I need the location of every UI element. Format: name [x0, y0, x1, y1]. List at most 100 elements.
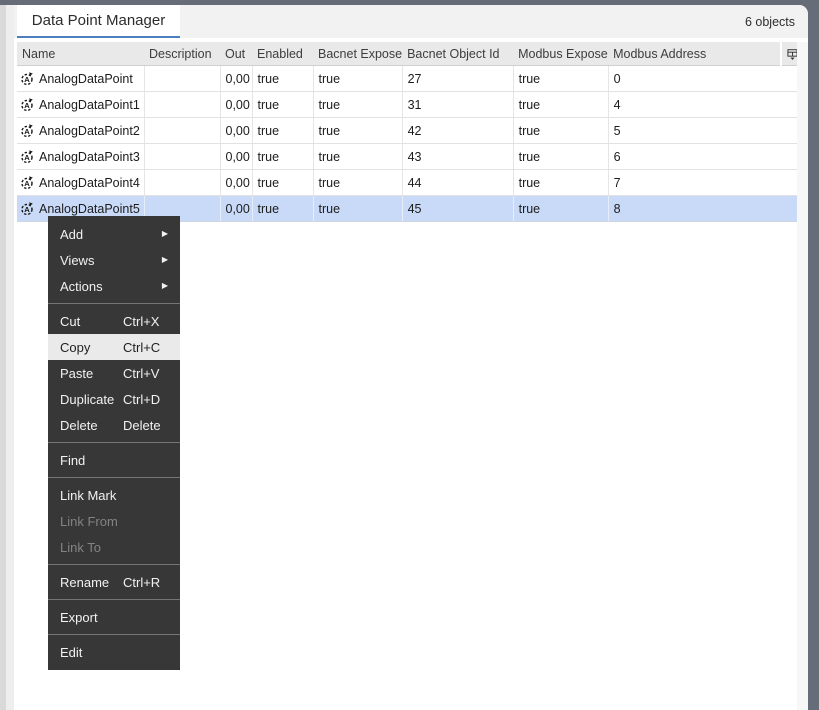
column-header-enabled[interactable]: Enabled	[252, 42, 313, 66]
cell-modbus-expose: true	[513, 195, 609, 222]
svg-text:A: A	[24, 101, 30, 110]
cell-bacnet-object-id: 31	[402, 91, 514, 118]
analog-point-icon: A	[20, 149, 34, 164]
menu-separator	[48, 442, 180, 443]
menu-separator	[48, 634, 180, 635]
svg-text:A: A	[24, 179, 30, 188]
menu-item-duplicate[interactable]: Duplicate Ctrl+D	[48, 386, 180, 412]
cell-bacnet-object-id: 43	[402, 143, 514, 170]
menu-item-label: Actions	[60, 278, 103, 294]
menu-item-label: Edit	[60, 644, 83, 660]
menu-item-label: Rename	[60, 574, 110, 590]
menu-item-paste[interactable]: Paste Ctrl+V	[48, 360, 180, 386]
cell-bacnet-expose: true	[313, 91, 403, 118]
menu-separator	[48, 564, 180, 565]
column-header-out[interactable]: Out	[220, 42, 252, 66]
cell-modbus-address: 4	[608, 91, 804, 118]
cell-name: A AnalogDataPoint1	[17, 91, 145, 118]
menu-item-shortcut: Ctrl+V	[123, 365, 160, 381]
cell-modbus-address: 8	[608, 195, 804, 222]
svg-text:A: A	[24, 153, 30, 162]
menu-item-label: Add	[60, 226, 84, 242]
cell-out: 0,00	[220, 169, 253, 196]
tab-data-point-manager[interactable]: Data Point Manager	[17, 5, 180, 38]
cell-bacnet-expose: true	[313, 169, 403, 196]
row-name-label: AnalogDataPoint2	[39, 123, 140, 138]
menu-item-rename[interactable]: Rename Ctrl+R	[48, 569, 180, 595]
column-header-bacnet-object-id[interactable]: Bacnet Object Id	[402, 42, 514, 66]
row-name-label: AnalogDataPoint5	[39, 201, 140, 216]
cell-bacnet-expose: true	[313, 195, 403, 222]
menu-item-link-mark[interactable]: Link Mark	[48, 482, 180, 508]
cell-description	[144, 91, 221, 118]
menu-item-link-to: Link To	[48, 534, 180, 560]
cell-modbus-expose: true	[513, 169, 609, 196]
menu-item-cut[interactable]: Cut Ctrl+X	[48, 308, 180, 334]
cell-bacnet-expose: true	[313, 65, 403, 92]
cell-bacnet-object-id: 44	[402, 169, 514, 196]
menu-item-add[interactable]: Add ▶	[48, 221, 180, 247]
menu-item-views[interactable]: Views ▶	[48, 247, 180, 273]
cell-bacnet-object-id: 27	[402, 65, 514, 92]
column-header-name[interactable]: Name	[17, 42, 144, 66]
menu-separator	[48, 599, 180, 600]
table-row-analogdatapoint4[interactable]: A AnalogDataPoint4 0,00 true true 44 true 7	[17, 169, 804, 196]
menu-item-label: Link From	[60, 513, 118, 529]
menu-item-label: Delete	[60, 417, 98, 433]
cell-enabled: true	[252, 143, 314, 170]
menu-item-label: Export	[60, 609, 98, 625]
menu-item-find[interactable]: Find	[48, 447, 180, 473]
column-header-modbus-expose[interactable]: Modbus Expose	[513, 42, 609, 66]
scrollbar-track[interactable]	[797, 42, 808, 710]
menu-item-actions[interactable]: Actions ▶	[48, 273, 180, 299]
table-header-row: Name Description Out Enabled Bacnet Expose Ba…	[17, 42, 804, 66]
menu-separator	[48, 303, 180, 304]
cell-name: A AnalogDataPoint4	[17, 169, 145, 196]
cell-modbus-address: 0	[608, 65, 804, 92]
cell-enabled: true	[252, 91, 314, 118]
table-row-analogdatapoint2[interactable]: A AnalogDataPoint2 0,00 true true 42 true 5	[17, 117, 804, 144]
menu-item-link-from: Link From	[48, 508, 180, 534]
cell-modbus-expose: true	[513, 117, 609, 144]
column-header-modbus-address[interactable]: Modbus Address	[608, 42, 782, 66]
analog-point-icon: A	[20, 175, 34, 190]
cell-bacnet-object-id: 42	[402, 117, 514, 144]
submenu-arrow-icon: ▶	[161, 281, 168, 290]
menu-item-label: Views	[60, 252, 95, 268]
menu-item-label: Link To	[60, 539, 101, 555]
cell-modbus-expose: true	[513, 91, 609, 118]
data-point-table: Name Description Out Enabled Bacnet Expose Ba…	[17, 42, 804, 222]
submenu-arrow-icon: ▶	[161, 229, 168, 238]
cell-out: 0,00	[220, 195, 253, 222]
cell-enabled: true	[252, 169, 314, 196]
cell-name: A AnalogDataPoint3	[17, 143, 145, 170]
menu-item-label: Paste	[60, 365, 94, 381]
table-row-analogdatapoint[interactable]: A AnalogDataPoint 0,00 true true 27 true 0	[17, 65, 804, 92]
menu-item-label: Duplicate	[60, 391, 115, 407]
menu-item-shortcut: Delete	[123, 417, 161, 433]
column-header-bacnet-expose[interactable]: Bacnet Expose	[313, 42, 403, 66]
svg-text:A: A	[24, 127, 30, 136]
submenu-arrow-icon: ▶	[161, 255, 168, 264]
menu-separator	[48, 477, 180, 478]
cell-modbus-expose: true	[513, 65, 609, 92]
menu-item-shortcut: Ctrl+C	[123, 339, 161, 355]
row-name-label: AnalogDataPoint4	[39, 175, 140, 190]
menu-item-shortcut: Ctrl+D	[123, 391, 161, 407]
cell-modbus-address: 7	[608, 169, 804, 196]
menu-item-export[interactable]: Export	[48, 604, 180, 630]
cell-name: A AnalogDataPoint	[17, 65, 145, 92]
column-header-description[interactable]: Description	[144, 42, 220, 66]
menu-item-delete[interactable]: Delete Delete	[48, 412, 180, 438]
menu-item-label: Link Mark	[60, 487, 117, 503]
menu-item-edit[interactable]: Edit	[48, 639, 180, 665]
table-row-analogdatapoint3[interactable]: A AnalogDataPoint3 0,00 true true 43 true 6	[17, 143, 804, 170]
analog-point-icon: A	[20, 201, 34, 216]
cell-enabled: true	[252, 117, 314, 144]
menu-item-copy[interactable]: Copy Ctrl+C	[48, 334, 180, 360]
analog-point-icon: A	[20, 97, 34, 112]
table-row-analogdatapoint1[interactable]: A AnalogDataPoint1 0,00 true true 31 true 4	[17, 91, 804, 118]
app-window: Data Point Manager 6 objects Name Descrip…	[0, 0, 819, 710]
menu-item-shortcut: Ctrl+X	[123, 313, 160, 329]
tab-title: Data Point Manager	[31, 12, 166, 29]
